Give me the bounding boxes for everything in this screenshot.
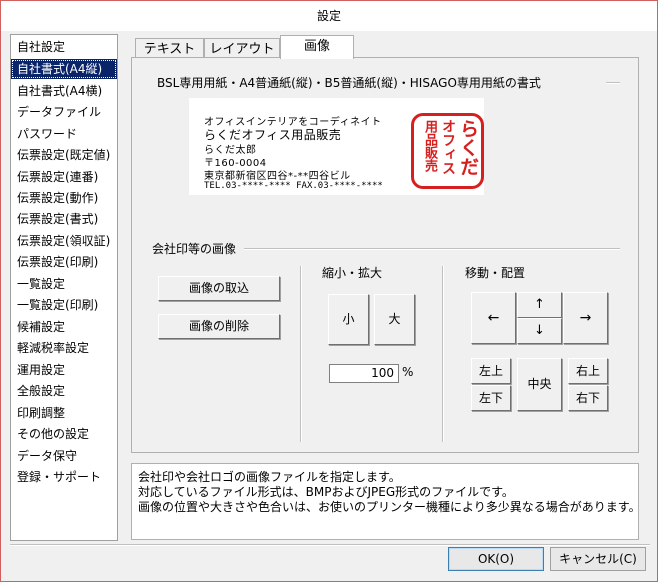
preview-tel-fax: TEL.03-****-**** FAX.03-****-****	[204, 181, 383, 191]
preview-address: 東京都新宿区四谷*-**四谷ビル	[204, 171, 351, 182]
move-title: 移動・配置	[465, 266, 526, 280]
help-info-box: 会社印や会社ロゴの画像ファイルを指定します。 対応しているファイル形式は、BMP…	[131, 463, 641, 540]
sidebar-item-slip-serial[interactable]: 伝票設定(連番)	[11, 167, 117, 187]
delete-image-button[interactable]: 画像の削除	[158, 314, 280, 339]
enlarge-button[interactable]: 大	[374, 294, 415, 345]
sidebar-item-print-adjust[interactable]: 印刷調整	[11, 403, 117, 423]
sidebar-item-data-file[interactable]: データファイル	[11, 102, 117, 122]
sidebar-item-company-format-a4-portrait[interactable]: 自社書式(A4縦)	[11, 59, 117, 79]
sidebar-item-list-print[interactable]: 一覧設定(印刷)	[11, 295, 117, 315]
scale-percent-input[interactable]: 100	[329, 364, 399, 383]
position-top-left-button[interactable]: 左上	[471, 358, 511, 384]
move-right-button[interactable]: →	[563, 292, 608, 344]
tab-text[interactable]: テキスト	[135, 38, 204, 59]
window-title: 設定	[1, 1, 657, 31]
position-center-button[interactable]: 中央	[517, 358, 562, 411]
tab-image[interactable]: 画像	[280, 35, 354, 59]
sidebar-item-slip-print[interactable]: 伝票設定(印刷)	[11, 252, 117, 272]
sidebar-item-slip-receipt[interactable]: 伝票設定(領収証)	[11, 231, 117, 251]
sidebar-item-operation[interactable]: 運用設定	[11, 360, 117, 380]
tab-layout[interactable]: レイアウト	[204, 38, 280, 59]
position-top-right-button[interactable]: 右上	[568, 358, 608, 384]
sidebar-item-candidates[interactable]: 候補設定	[11, 317, 117, 337]
position-bottom-left-button[interactable]: 左下	[471, 385, 511, 411]
scale-title: 縮小・拡大	[322, 266, 383, 280]
sidebar-item-reduced-tax[interactable]: 軽減税率設定	[11, 338, 117, 358]
sidebar-item-general[interactable]: 全般設定	[11, 381, 117, 401]
image-section-title: 会社印等の画像	[152, 242, 237, 256]
company-stamp-image: らくだ オフィス 用品販売	[411, 113, 484, 189]
sidebar-item-slip-format[interactable]: 伝票設定(書式)	[11, 209, 117, 229]
move-up-button[interactable]: ↑	[517, 292, 562, 318]
sidebar-item-company-format-a4-landscape[interactable]: 自社書式(A4横)	[11, 81, 117, 101]
move-left-button[interactable]: ←	[471, 292, 516, 344]
image-tab-panel: BSL専用用紙・A4普通紙(縦)・B5普通紙(縦)・HISAGO専用用紙の書式 …	[131, 57, 639, 453]
scale-divider	[300, 266, 302, 442]
ok-button[interactable]: OK(O)	[448, 547, 544, 571]
cancel-button[interactable]: キャンセル(C)	[550, 547, 646, 571]
position-bottom-right-button[interactable]: 右下	[568, 385, 608, 411]
sidebar-item-data-maintenance[interactable]: データ保守	[11, 446, 117, 466]
sidebar-item-slip-behavior[interactable]: 伝票設定(動作)	[11, 188, 117, 208]
stamp-text-col2: オフィス	[440, 119, 456, 175]
help-line-3: 画像の位置や大きさや色合いは、お使いのプリンター機種により多少異なる場合がありま…	[138, 500, 641, 514]
sidebar-item-other[interactable]: その他の設定	[11, 424, 117, 444]
sidebar-item-company[interactable]: 自社設定	[11, 37, 117, 57]
format-preview: オフィスインテリアをコーディネイト らくだオフィス用品販売 らくだ太郎 〒160…	[189, 98, 484, 195]
image-section-divider	[244, 248, 620, 250]
import-image-button[interactable]: 画像の取込	[158, 276, 280, 301]
sidebar-item-registration-support[interactable]: 登録・サポート	[11, 467, 117, 487]
stamp-text-col1: らくだ	[457, 119, 479, 176]
sidebar-item-list[interactable]: 一覧設定	[11, 274, 117, 294]
stamp-text-col3: 用品販売	[422, 120, 437, 172]
preview-section-title: BSL専用用紙・A4普通紙(縦)・B5普通紙(縦)・HISAGO専用用紙の書式	[157, 76, 541, 90]
move-down-button[interactable]: ↓	[517, 318, 562, 344]
footer-divider	[10, 544, 650, 546]
sidebar-item-password[interactable]: パスワード	[11, 124, 117, 144]
scale-percent-unit: %	[402, 365, 414, 379]
settings-window: 設定 自社設定 自社書式(A4縦) 自社書式(A4横) データファイル パスワー…	[0, 0, 658, 582]
sidebar-item-slip-default[interactable]: 伝票設定(既定値)	[11, 145, 117, 165]
preview-section-divider	[606, 82, 620, 84]
shrink-button[interactable]: 小	[328, 294, 369, 345]
move-divider	[442, 266, 444, 442]
settings-sidebar[interactable]: 自社設定 自社書式(A4縦) 自社書式(A4横) データファイル パスワード 伝…	[10, 34, 118, 541]
